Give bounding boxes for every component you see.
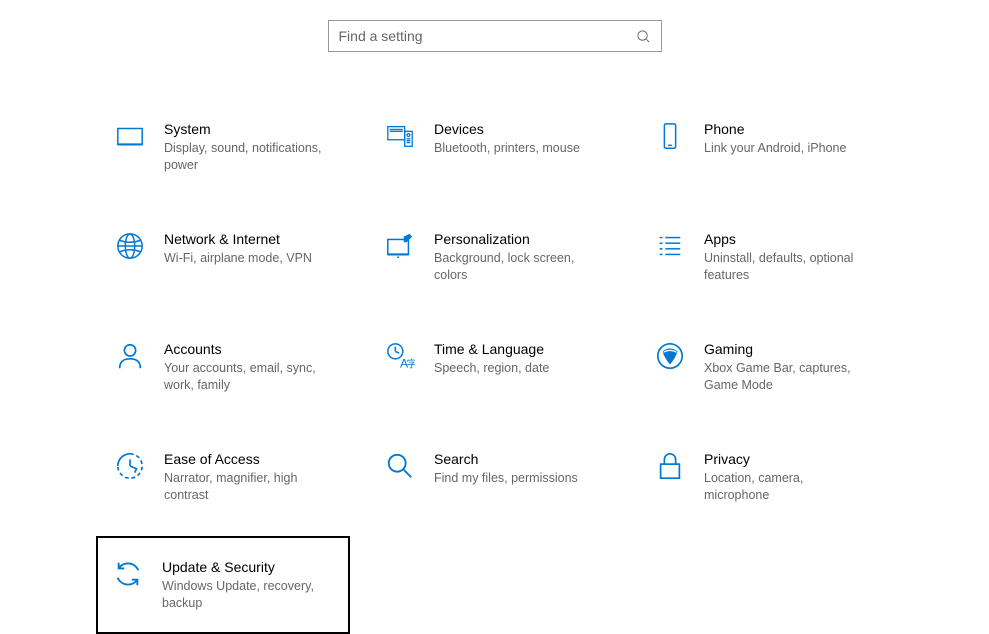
tile-title: Update & Security	[162, 558, 344, 576]
tile-desc: Find my files, permissions	[434, 470, 594, 487]
accounts-icon	[114, 340, 146, 372]
apps-icon	[654, 230, 686, 262]
tile-desc: Display, sound, notifications, power	[164, 140, 324, 174]
time-language-icon: A 字	[384, 340, 416, 372]
tile-title: Search	[434, 450, 646, 468]
tile-desc: Narrator, magnifier, high contrast	[164, 470, 324, 504]
tile-desc: Uninstall, defaults, optional features	[704, 250, 864, 284]
tile-title: Ease of Access	[164, 450, 376, 468]
tile-phone[interactable]: Phone Link your Android, iPhone	[650, 116, 920, 178]
tile-personalization[interactable]: Personalization Background, lock screen,…	[380, 226, 650, 288]
search-category-icon	[384, 450, 416, 482]
search-icon	[636, 29, 651, 44]
ease-of-access-icon	[114, 450, 146, 482]
tile-title: Gaming	[704, 340, 916, 358]
devices-icon	[384, 120, 416, 152]
gaming-icon	[654, 340, 686, 372]
tile-desc: Wi-Fi, airplane mode, VPN	[164, 250, 324, 267]
tile-title: Apps	[704, 230, 916, 248]
tile-desc: Background, lock screen, colors	[434, 250, 594, 284]
search-container	[0, 0, 989, 52]
tile-title: Personalization	[434, 230, 646, 248]
search-input[interactable]	[339, 28, 636, 44]
tile-search[interactable]: Search Find my files, permissions	[380, 446, 650, 508]
tile-title: Network & Internet	[164, 230, 376, 248]
personalization-icon	[384, 230, 416, 262]
tile-desc: Bluetooth, printers, mouse	[434, 140, 594, 157]
tile-devices[interactable]: Devices Bluetooth, printers, mouse	[380, 116, 650, 178]
tile-system[interactable]: System Display, sound, notifications, po…	[110, 116, 380, 178]
tile-title: Phone	[704, 120, 916, 138]
system-icon	[114, 120, 146, 152]
tile-desc: Your accounts, email, sync, work, family	[164, 360, 324, 394]
tile-desc: Xbox Game Bar, captures, Game Mode	[704, 360, 864, 394]
tile-title: Privacy	[704, 450, 916, 468]
tile-title: Accounts	[164, 340, 376, 358]
svg-text:字: 字	[407, 357, 415, 370]
tile-apps[interactable]: Apps Uninstall, defaults, optional featu…	[650, 226, 920, 288]
tile-title: Time & Language	[434, 340, 646, 358]
tile-desc: Windows Update, recovery, backup	[162, 578, 322, 612]
tile-ease-of-access[interactable]: Ease of Access Narrator, magnifier, high…	[110, 446, 380, 508]
tile-desc: Location, camera, microphone	[704, 470, 864, 504]
network-icon	[114, 230, 146, 262]
tile-title: Devices	[434, 120, 646, 138]
privacy-icon	[654, 450, 686, 482]
tile-time-language[interactable]: A 字 Time & Language Speech, region, date	[380, 336, 650, 398]
update-security-icon	[112, 558, 144, 590]
phone-icon	[654, 120, 686, 152]
tile-gaming[interactable]: Gaming Xbox Game Bar, captures, Game Mod…	[650, 336, 920, 398]
settings-tiles-grid: System Display, sound, notifications, po…	[0, 52, 989, 634]
search-box[interactable]	[328, 20, 662, 52]
tile-desc: Speech, region, date	[434, 360, 594, 377]
tile-update-security[interactable]: Update & Security Windows Update, recove…	[96, 536, 350, 634]
tile-title: System	[164, 120, 376, 138]
tile-accounts[interactable]: Accounts Your accounts, email, sync, wor…	[110, 336, 380, 398]
tile-network[interactable]: Network & Internet Wi-Fi, airplane mode,…	[110, 226, 380, 288]
tile-privacy[interactable]: Privacy Location, camera, microphone	[650, 446, 920, 508]
tile-desc: Link your Android, iPhone	[704, 140, 864, 157]
